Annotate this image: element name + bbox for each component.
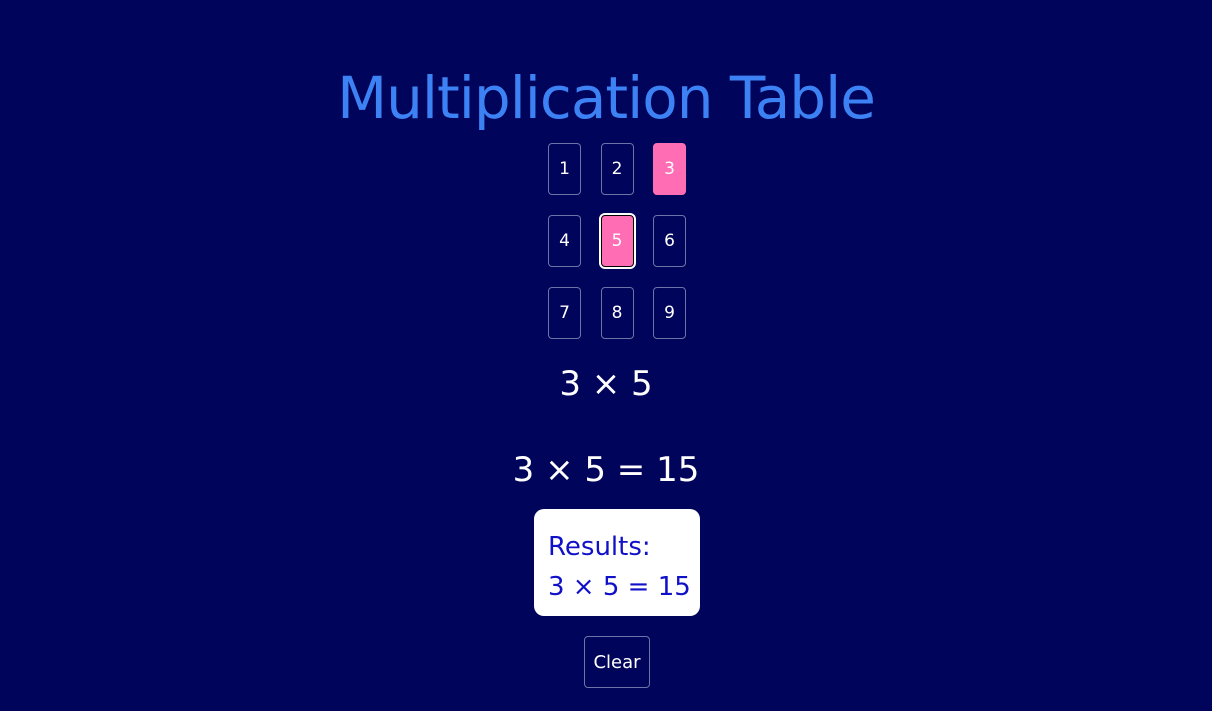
number-button-2[interactable]: 2 [600,143,634,195]
number-button-8[interactable]: 8 [600,287,634,339]
results-panel: Results: 3 × 5 = 15 [534,509,700,616]
results-heading: Results: [548,532,651,562]
number-button-1[interactable]: 1 [548,143,581,195]
number-button-6[interactable]: 6 [653,215,686,267]
number-button-9[interactable]: 9 [653,287,686,339]
number-button-4[interactable]: 4 [548,215,581,267]
page-title: Multiplication Table [337,64,876,132]
current-expression: 3 × 5 [559,364,653,404]
number-button-7[interactable]: 7 [548,287,581,339]
number-grid: 1 2 3 4 5 6 7 8 9 [548,143,686,339]
number-button-5[interactable]: 5 [598,213,636,269]
number-button-3[interactable]: 3 [653,143,686,195]
result-item: 3 × 5 = 15 [548,572,691,602]
clear-button[interactable]: Clear [584,636,650,688]
answer-display: 3 × 5 = 15 [512,450,700,490]
